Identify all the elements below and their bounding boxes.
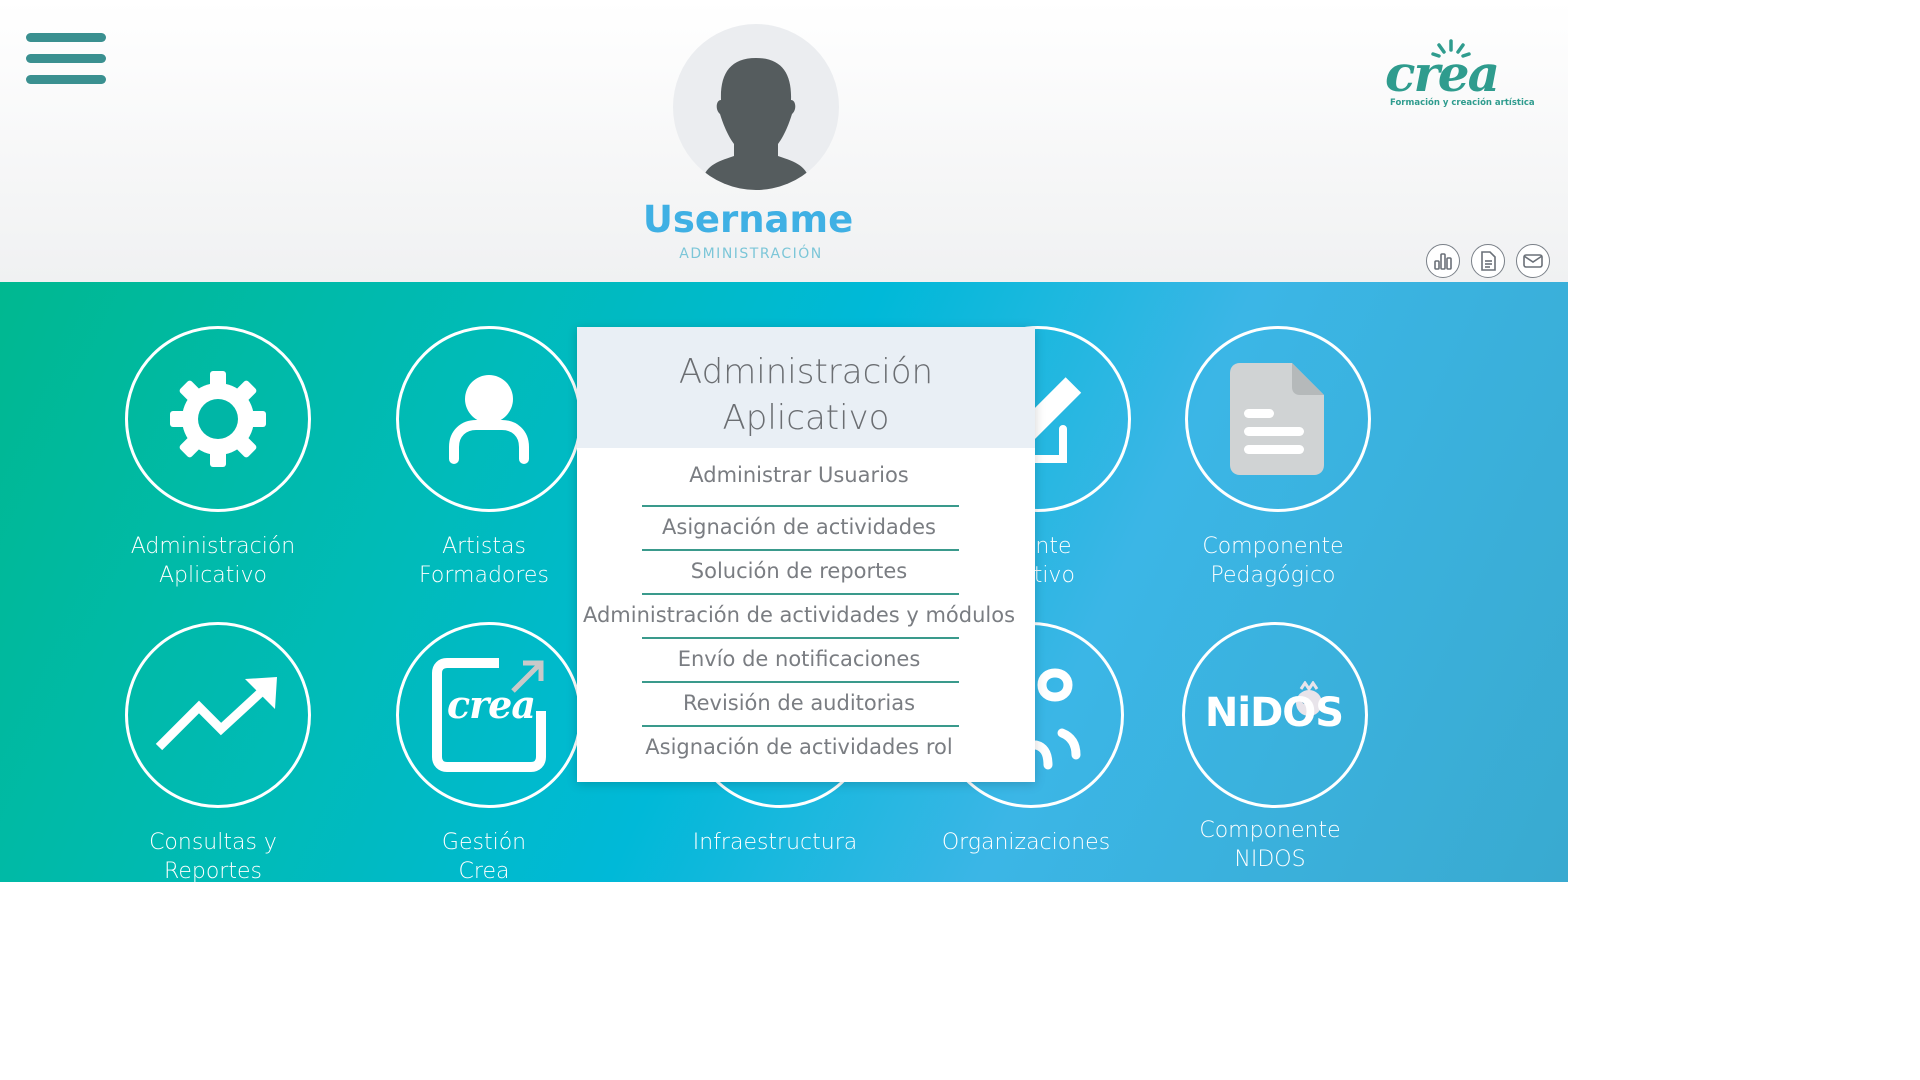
username: Username (642, 198, 854, 241)
menu-bar (26, 75, 106, 84)
tile-consultas-reportes[interactable]: Consultas y Reportes (98, 622, 328, 884)
divider (642, 681, 959, 683)
user-silhouette-icon (702, 58, 810, 190)
tile-circle (125, 622, 311, 808)
tile-label-line: Organizaciones (941, 830, 1111, 855)
dropdown-title: Administración Aplicativo (577, 349, 1035, 441)
tile-componente-nidos[interactable]: NiDOS Componente NIDOS (1155, 622, 1385, 882)
document-icon (1481, 251, 1496, 271)
menu-item-administracion-actividades-modulos[interactable]: Administración de actividades y módulos (577, 603, 1021, 627)
tile-label-line: Infraestructura (692, 830, 858, 855)
admin-aplicativo-dropdown: Administración Aplicativo Administrar Us… (577, 327, 1035, 782)
crea-logo-text: crea (447, 682, 536, 727)
gear-icon (170, 371, 266, 467)
file-icon (1230, 363, 1324, 475)
user-role: ADMINISTRACIÓN (679, 246, 823, 262)
tile-label: Componente Pedagógico (1138, 532, 1408, 590)
hamburger-menu-button[interactable] (26, 33, 106, 87)
tile-circle (396, 326, 582, 512)
menu-item-solucion-reportes[interactable]: Solución de reportes (577, 559, 1021, 583)
dropdown-header: Administración Aplicativo (577, 327, 1035, 448)
mail-icon (1523, 254, 1543, 268)
divider (642, 549, 959, 551)
mail-button[interactable] (1516, 244, 1550, 278)
logo-wordmark: crea (1385, 44, 1500, 103)
bar-chart-icon (1434, 253, 1452, 270)
avatar[interactable] (673, 24, 839, 190)
dropdown-title-line: Administración (678, 352, 934, 392)
tile-label-line: Componente (1202, 534, 1344, 559)
tile-label-line: Consultas y (149, 830, 277, 855)
tile-label-line: Pedagógico (1210, 563, 1336, 588)
menu-item-revision-auditorias[interactable]: Revisión de auditorias (577, 691, 1021, 715)
menu-bar (26, 54, 106, 63)
dropdown-title-line: Aplicativo (722, 398, 890, 438)
tile-circle (1185, 326, 1371, 512)
tile-label-line: Administración (130, 534, 296, 559)
tile-label: Infraestructura (640, 828, 910, 857)
tile-label-line: Aplicativo (158, 563, 268, 588)
divider (642, 725, 959, 727)
tile-administracion-aplicativo[interactable]: Administración Aplicativo (98, 326, 328, 596)
menu-item-asignacion-actividades[interactable]: Asignación de actividades (577, 515, 1021, 539)
header: Username ADMINISTRACIÓN crea Formación y… (0, 0, 1568, 282)
tile-label: Administración Aplicativo (78, 532, 348, 590)
bar-chart-button[interactable] (1426, 244, 1460, 278)
divider (642, 593, 959, 595)
tile-label-line: Componente (1199, 818, 1341, 843)
menu-item-envio-notificaciones[interactable]: Envío de notificaciones (577, 647, 1021, 671)
tile-label: Consultas y Reportes (78, 828, 348, 886)
tile-label-line: Crea (458, 859, 510, 884)
menu-item-asignacion-actividades-rol[interactable]: Asignación de actividades rol (577, 735, 1021, 759)
divider (642, 505, 959, 507)
tile-label: Componente NIDOS (1135, 816, 1405, 874)
tile-gestion-crea[interactable]: crea Gestión Crea (369, 622, 599, 884)
menu-item-administrar-usuarios[interactable]: Administrar Usuarios (577, 463, 1021, 487)
user-icon (449, 375, 529, 464)
crea-logo: crea Formación y creación artística (1383, 38, 1535, 114)
divider (642, 637, 959, 639)
nidos-logo-text: NiDOS (1204, 690, 1344, 736)
trend-up-icon (155, 677, 277, 751)
logo-tagline: Formación y creación artística (1390, 98, 1535, 108)
tile-circle (125, 326, 311, 512)
tile-componente-pedagogico[interactable]: Componente Pedagógico (1158, 326, 1388, 596)
tile-label-line: Reportes (164, 859, 262, 884)
menu-bar (26, 33, 106, 42)
tile-label: Organizaciones (891, 828, 1161, 857)
tile-label-line: Gestión (441, 830, 527, 855)
tile-label-line: NIDOS (1234, 847, 1306, 872)
document-button[interactable] (1471, 244, 1505, 278)
tile-label: Gestión Crea (349, 828, 619, 886)
tile-artistas-formadores[interactable]: Artistas Formadores (369, 326, 599, 596)
